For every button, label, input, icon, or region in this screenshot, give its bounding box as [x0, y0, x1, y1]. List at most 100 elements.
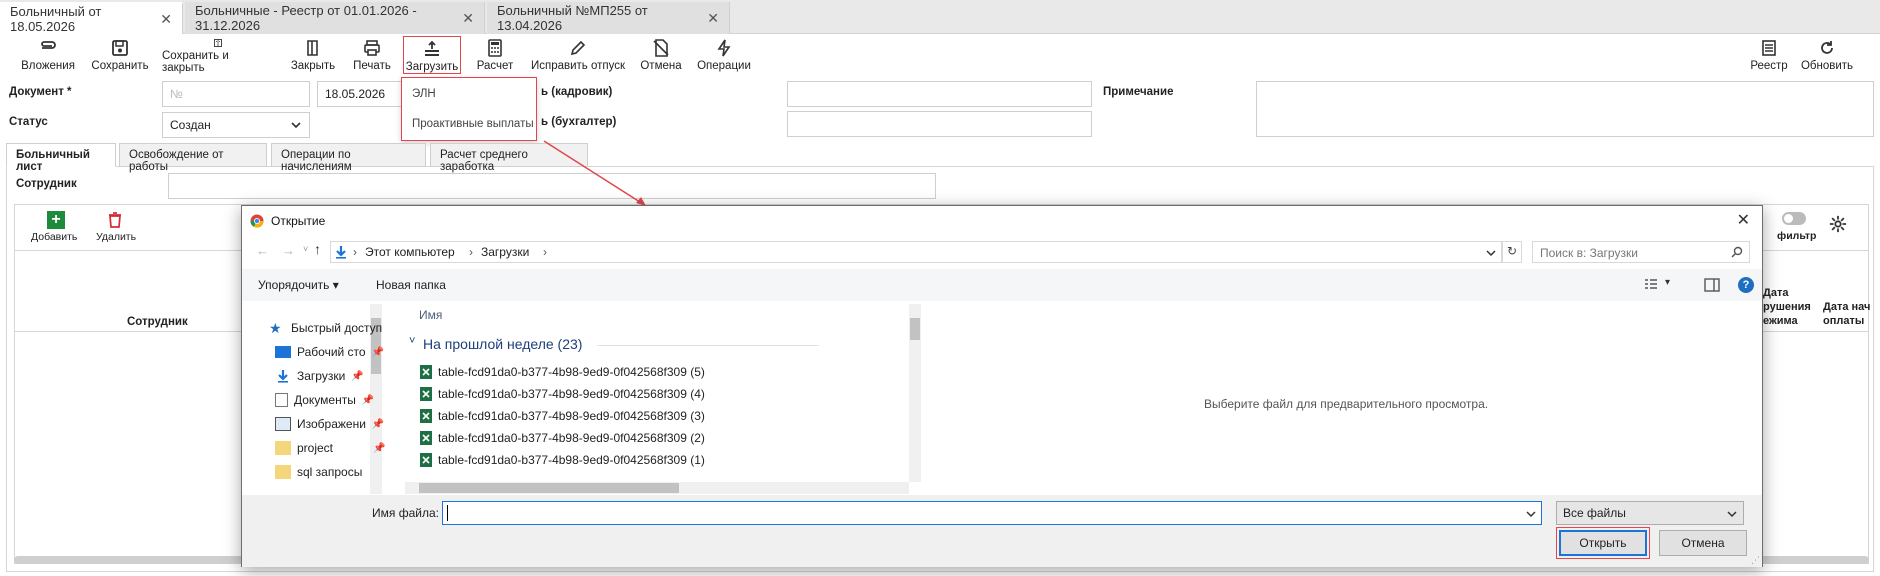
forward-arrow-icon[interactable]: → [282, 243, 295, 258]
gear-icon[interactable] [1829, 215, 1847, 233]
delete-label[interactable]: Удалить [96, 231, 136, 243]
status-select[interactable]: Создан [162, 112, 310, 138]
save-close-button[interactable]: Сохранить и закрыть [162, 36, 274, 74]
save-close-label: Сохранить и закрыть [162, 50, 229, 74]
subtab-sick-leave[interactable]: Больничный лист [6, 143, 116, 173]
accountant-field[interactable] [787, 111, 1092, 137]
recent-chevron-icon[interactable]: ˅ [303, 244, 308, 254]
scroll-thumb[interactable] [419, 483, 679, 493]
subtab-accrual-operations[interactable]: Операции по начислениям [271, 143, 426, 173]
document-number-field[interactable]: № [162, 81, 310, 107]
attachments-button[interactable]: Вложения [20, 36, 76, 74]
nav-label: sql запросы [297, 465, 363, 479]
subtab-release-from-work[interactable]: Освобождение от работы [119, 143, 267, 173]
tab-sick-leave[interactable]: Больничный от 18.05.2026 ✕ [0, 2, 183, 34]
file-item[interactable]: table-fcd91da0-b377-4b98-9ed9-0f042568f3… [420, 431, 705, 445]
document-date-field[interactable]: 18.05.2026 [317, 81, 407, 107]
note-field[interactable] [1256, 81, 1874, 137]
dialog-title: Открытие [271, 214, 326, 228]
hr-field[interactable] [787, 81, 1092, 107]
resize-grip-icon[interactable]: ⋰ [1751, 555, 1760, 566]
file-item[interactable]: table-fcd91da0-b377-4b98-9ed9-0f042568f3… [420, 409, 705, 423]
name-column-header[interactable]: Имя [419, 308, 442, 322]
cancel-doc-button[interactable]: Отмена [638, 36, 684, 74]
file-list-scrollbar[interactable] [909, 304, 921, 482]
group-collapse-icon[interactable]: ˅ [409, 335, 415, 347]
chevron-down-icon[interactable]: ▾ [1665, 277, 1670, 288]
operations-button[interactable]: Операции [694, 36, 754, 74]
breadcrumb-this-pc[interactable]: Этот компьютер [365, 245, 455, 259]
calculator-icon [488, 39, 502, 57]
print-button[interactable]: Печать [350, 36, 394, 74]
pin-icon: 📌 [371, 418, 385, 430]
nav-documents[interactable]: Документы 📌 [275, 393, 374, 407]
calc-button[interactable]: Расчет [472, 36, 518, 74]
address-bar[interactable]: › Этот компьютер › Загрузки › [330, 241, 1502, 263]
nav-downloads[interactable]: Загрузки 📌 [275, 369, 364, 383]
nav-project[interactable]: project 📌 [275, 441, 385, 455]
close-icon[interactable]: ✕ [707, 10, 719, 27]
command-bar [242, 269, 1762, 301]
open-button[interactable]: Открыть [1556, 527, 1650, 559]
search-input[interactable]: Поиск в: Загрузки [1532, 241, 1750, 263]
close-icon[interactable]: ✕ [462, 10, 474, 27]
search-placeholder: Поиск в: Загрузки [1540, 246, 1638, 260]
file-list-hscrollbar[interactable] [405, 482, 909, 494]
refresh-button[interactable]: Обновить [1800, 36, 1854, 74]
registry-label: Реестр [1750, 60, 1788, 72]
nav-images[interactable]: Изображени 📌 [275, 417, 384, 431]
payment-start-column-header[interactable]: Дата нач оплаты [1823, 300, 1875, 328]
refresh-address-button[interactable]: ↻ [1502, 241, 1522, 263]
scroll-thumb[interactable] [910, 318, 920, 340]
registry-icon [1762, 40, 1776, 56]
chevron-down-icon[interactable] [1486, 248, 1496, 258]
fix-leave-button[interactable]: Исправить отпуск [528, 36, 628, 74]
tab-registry[interactable]: Больничные - Реестр от 01.01.2026 - 31.1… [185, 2, 485, 34]
preview-pane-icon[interactable] [1704, 278, 1720, 292]
tab-sick-leave-mp255[interactable]: Больничный №МП255 от 13.04.2026 ✕ [487, 2, 730, 34]
nav-quick-access[interactable]: ★ Быстрый доступ [269, 321, 382, 335]
close-icon[interactable]: ✕ [160, 11, 172, 28]
accountant-label: ь (бухгалтер) [541, 116, 617, 128]
search-icon [1731, 246, 1743, 258]
file-item[interactable]: table-fcd91da0-b377-4b98-9ed9-0f042568f3… [420, 453, 705, 467]
nav-label: Загрузки [297, 369, 346, 383]
file-type-select[interactable]: Все файлы [1556, 501, 1744, 525]
breadcrumb-downloads[interactable]: Загрузки [481, 245, 529, 259]
chevron-down-icon [1727, 511, 1737, 518]
filename-input[interactable] [442, 501, 1542, 525]
employee-field[interactable] [168, 173, 936, 199]
save-button[interactable]: Сохранить [90, 36, 150, 74]
employee-column-header[interactable]: Сотрудник [127, 316, 188, 328]
group-header[interactable]: На прошлой неделе (23) [423, 336, 582, 352]
help-icon[interactable]: ? [1738, 277, 1754, 293]
close-label: Закрыть [290, 60, 336, 72]
close-icon[interactable]: ✕ [1737, 210, 1750, 230]
file-item[interactable]: table-fcd91da0-b377-4b98-9ed9-0f042568f3… [420, 387, 705, 401]
file-item[interactable]: table-fcd91da0-b377-4b98-9ed9-0f042568f3… [420, 365, 705, 379]
load-button[interactable]: Загрузить [403, 36, 461, 74]
close-button[interactable]: Закрыть [287, 36, 339, 74]
filter-toggle[interactable] [1782, 212, 1806, 225]
view-options-icon[interactable] [1644, 278, 1658, 292]
plus-icon[interactable]: + [47, 211, 65, 229]
violation-date-column-header[interactable]: Дата рушения ежима [1763, 286, 1813, 328]
new-folder-button[interactable]: Новая папка [376, 278, 446, 292]
load-dropdown-menu: ЭЛН Проактивные выплаты [401, 77, 537, 141]
subtab-average-earnings[interactable]: Расчет среднего заработка [430, 143, 588, 173]
up-arrow-icon[interactable]: ↑ [314, 241, 321, 257]
nav-label: Изображени [297, 417, 366, 431]
back-arrow-icon[interactable]: ← [256, 243, 269, 258]
chevron-down-icon[interactable] [1526, 509, 1536, 519]
nav-desktop[interactable]: Рабочий сто 📌 [275, 345, 384, 359]
menu-item-proactive-payments[interactable]: Проактивные выплаты [412, 118, 534, 130]
nav-sql-queries[interactable]: sql запросы [275, 465, 362, 479]
add-label[interactable]: Добавить [31, 231, 77, 243]
organize-button[interactable]: Упорядочить ▾ [258, 278, 339, 292]
menu-item-eln[interactable]: ЭЛН [412, 88, 436, 100]
status-label: Статус [9, 116, 48, 128]
document-label: Документ * [9, 86, 72, 98]
registry-button[interactable]: Реестр [1748, 36, 1790, 74]
dialog-cancel-button[interactable]: Отмена [1659, 530, 1747, 556]
trash-icon[interactable] [106, 211, 124, 229]
